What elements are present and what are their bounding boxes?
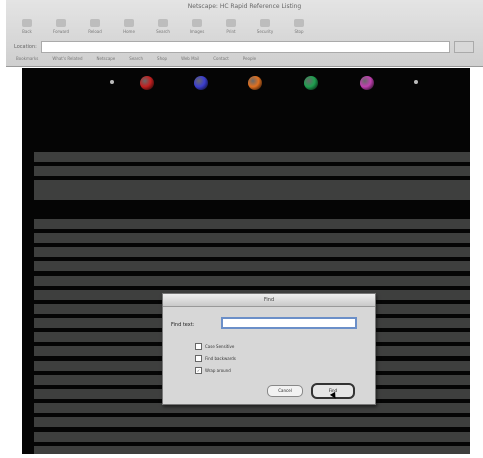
wrap-around-option[interactable]: ✓ Wrap around [195,367,231,374]
toolbar-button-label: Home [123,29,135,34]
bookmark-item[interactable]: People [243,56,256,61]
table-row[interactable] [34,275,470,286]
toolbar-button-label: Images [189,29,205,34]
cancel-button[interactable]: Cancel [267,385,303,397]
find-text-input[interactable] [221,317,357,329]
bookmark-item[interactable]: Web Mail [181,56,199,61]
search-icon [158,19,168,27]
option-label: Find backwards [205,356,236,361]
toolbar-button-stop[interactable]: Stop [286,16,312,34]
case-sensitive-option[interactable]: Case Sensitive [195,343,234,350]
toolbar-button-search[interactable]: Search [150,16,176,34]
nav-orb-icon[interactable] [140,76,154,90]
table-row[interactable] [34,152,470,162]
toolbar-button-images[interactable]: Images [184,16,210,34]
table-row[interactable] [34,261,470,272]
browser-toolbar: Back Forward Reload Home Search Images Print Se… [14,16,312,36]
table-row[interactable] [34,218,470,229]
table-row[interactable] [34,204,470,215]
toolbar-button-label: Print [226,29,236,34]
home-icon [124,19,134,27]
bookmark-item[interactable]: Shop [157,56,167,61]
bookmark-item[interactable]: What's Related [52,56,82,61]
bookmark-item[interactable]: Netscape [97,56,116,61]
security-icon [260,19,270,27]
toolbar-button-back[interactable]: Back [14,16,40,34]
option-label: Wrap around [205,368,231,373]
star-icon [110,80,114,84]
location-bar: Location: [14,40,474,54]
table-header [34,131,464,143]
toolbar-button-home[interactable]: Home [116,16,142,34]
stop-icon [294,19,304,27]
option-label: Case Sensitive [205,344,235,349]
find-label: Find text: [171,322,195,328]
site-nav [22,74,470,98]
toolbar-button-label: Reload [88,29,102,34]
toolbar-button-reload[interactable]: Reload [82,16,108,34]
nav-orb-icon[interactable] [194,76,208,90]
toolbar-button-label: Security [256,29,274,34]
toolbar-button-label: Back [22,29,32,34]
checkbox[interactable] [195,343,202,350]
table-row[interactable] [34,247,470,258]
find-backwards-option[interactable]: Find backwards [195,355,236,362]
table-row[interactable] [34,180,470,201]
table-row[interactable] [34,445,470,454]
toolbar-button-print[interactable]: Print [218,16,244,34]
toolbar-button-forward[interactable]: Forward [48,16,74,34]
nav-orb-icon[interactable] [360,76,374,90]
window-title: Netscape: HC Rapid Reference Listing [187,3,302,10]
toolbar-button-security[interactable]: Security [252,16,278,34]
table-row[interactable] [34,166,470,177]
checkbox[interactable]: ✓ [195,367,202,374]
toolbar-button-label: Search [156,29,170,34]
location-label: Location: [14,44,37,50]
toolbar-button-label: Stop [294,29,304,34]
bookmark-item[interactable]: Search [129,56,143,61]
forward-icon [56,19,66,27]
back-icon [22,19,32,27]
personal-toolbar: Bookmarks What's Related Netscape Search Sho… [16,56,256,61]
dialog-title: Find [163,294,375,307]
table-row[interactable] [34,232,470,243]
print-icon [226,19,236,27]
bookmark-item[interactable]: Contact [213,56,229,61]
nav-orb-icon[interactable] [304,76,318,90]
url-input[interactable] [40,41,450,53]
go-button[interactable] [454,41,474,53]
web-page: Find Find text: Case Sensitive Find back… [22,68,470,454]
browser-chrome: Netscape: HC Rapid Reference Listing Bac… [6,0,483,67]
bookmark-item[interactable]: Bookmarks [16,56,38,61]
star-icon [414,80,418,84]
reload-icon [90,19,100,27]
toolbar-button-label: Forward [52,29,70,34]
table-row[interactable] [34,431,470,442]
table-row[interactable] [34,417,470,428]
images-icon [192,19,202,27]
nav-orb-icon[interactable] [248,76,262,90]
find-dialog: Find Find text: Case Sensitive Find back… [162,293,376,405]
checkbox[interactable] [195,355,202,362]
